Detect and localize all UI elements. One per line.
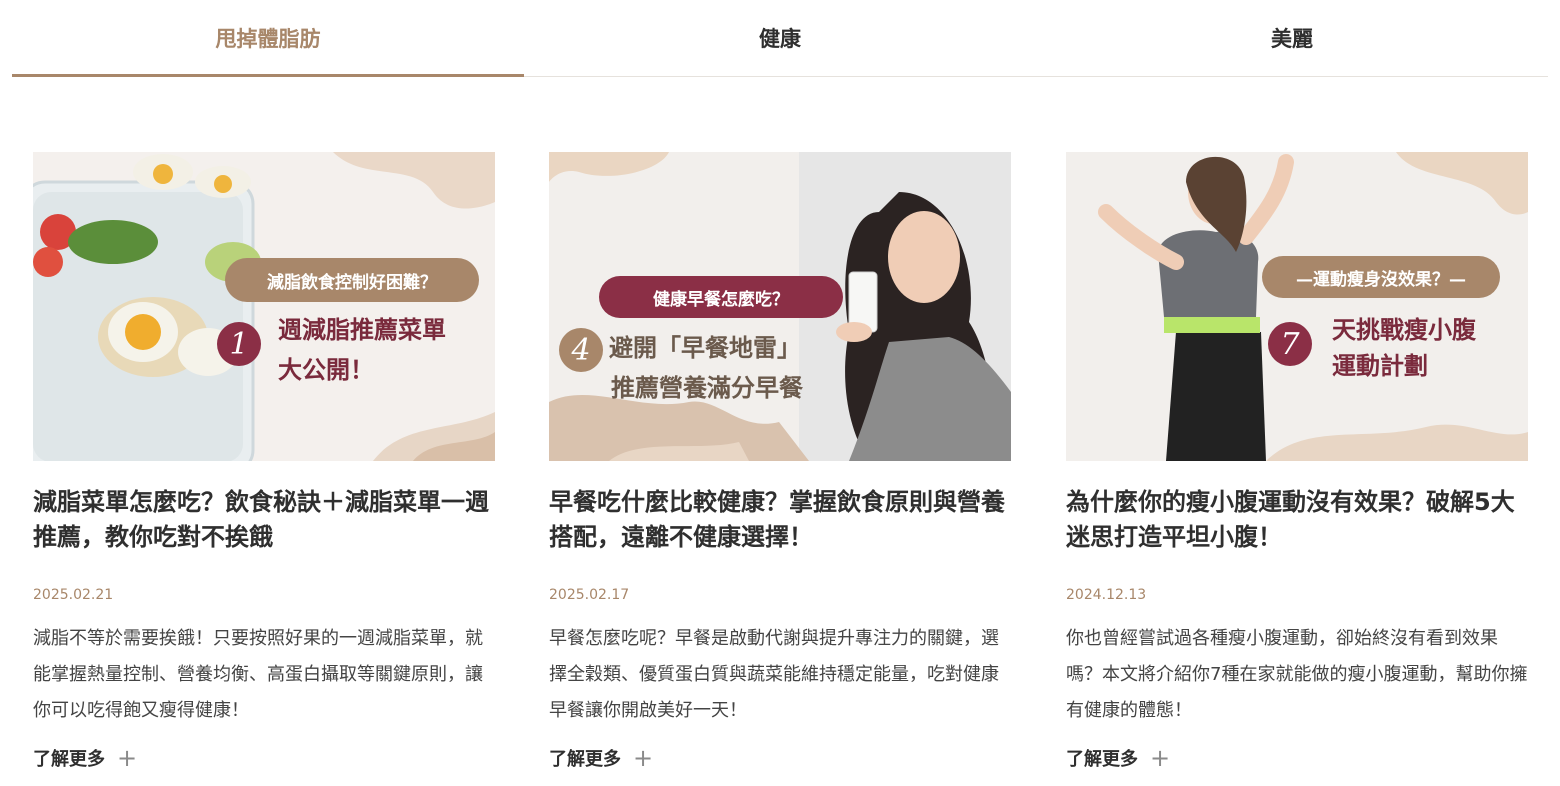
read-more-label: 了解更多 [33, 749, 105, 770]
thumbnail-tagline: —運動瘦身沒效果？— [1262, 256, 1500, 298]
thumbnail-tagline: 健康早餐怎麼吃？ [599, 276, 843, 318]
read-more-label: 了解更多 [549, 749, 621, 770]
thumbnail-tagline: 減脂飲食控制好困難？ [225, 258, 479, 302]
category-tabs: 甩掉體脂肪 健康 美麗 [12, 0, 1548, 77]
article-thumbnail[interactable]: 健康早餐怎麼吃？ 4 避開「早餐地雷」 推薦營養滿分早餐 [549, 152, 1011, 461]
tab-health[interactable]: 健康 [524, 0, 1036, 76]
article-date: 2024.12.13 [1066, 587, 1147, 603]
tab-body-fat[interactable]: 甩掉體脂肪 [12, 0, 524, 77]
article-date: 2025.02.17 [549, 587, 630, 603]
thumbnail-headline-1: 避開「早餐地雷」 [609, 334, 801, 362]
thumbnail-headline-2: 推薦營養滿分早餐 [611, 374, 803, 402]
thumbnail-illustration [33, 152, 495, 461]
thumbnail-headline-2: 大公開！ [278, 356, 374, 384]
article-title[interactable]: 減脂菜單怎麼吃？飲食秘訣＋減脂菜單一週推薦，教你吃對不挨餓 [33, 485, 495, 555]
article-date: 2025.02.21 [33, 587, 114, 603]
plus-icon: + [633, 744, 654, 772]
tab-beauty[interactable]: 美麗 [1036, 0, 1548, 76]
read-more-link[interactable]: 了解更多 + [33, 745, 495, 771]
article-excerpt: 早餐怎麼吃呢？早餐是啟動代謝與提升專注力的關鍵，選擇全穀類、優質蛋白質與蔬菜能維… [549, 628, 999, 721]
article-thumbnail[interactable]: —運動瘦身沒效果？— 7 天挑戰瘦小腹 運動計劃 [1066, 152, 1528, 461]
article-card: 減脂飲食控制好困難？ 1 週減脂推薦菜單 大公開！ 減脂菜單怎麼吃？飲食秘訣＋減… [33, 152, 495, 771]
article-thumbnail[interactable]: 減脂飲食控制好困難？ 1 週減脂推薦菜單 大公開！ [33, 152, 495, 461]
thumbnail-number: 4 [559, 328, 603, 372]
thumbnail-illustration [1066, 152, 1528, 461]
article-excerpt: 你也曾經嘗試過各種瘦小腹運動，卻始終沒有看到效果嗎？本文將介紹你7種在家就能做的… [1066, 628, 1528, 721]
thumbnail-headline-2: 運動計劃 [1332, 352, 1428, 380]
article-title[interactable]: 早餐吃什麼比較健康？掌握飲食原則與營養搭配，遠離不健康選擇！ [549, 485, 1011, 555]
plus-icon: + [1150, 744, 1171, 772]
read-more-link[interactable]: 了解更多 + [1066, 745, 1528, 771]
thumbnail-headline-1: 天挑戰瘦小腹 [1332, 316, 1476, 344]
plus-icon: + [117, 744, 138, 772]
article-title[interactable]: 為什麼你的瘦小腹運動沒有效果？破解5大迷思打造平坦小腹！ [1066, 485, 1528, 555]
article-card: —運動瘦身沒效果？— 7 天挑戰瘦小腹 運動計劃 為什麼你的瘦小腹運動沒有效果？… [1066, 152, 1528, 771]
thumbnail-headline-1: 週減脂推薦菜單 [278, 316, 446, 344]
thumbnail-number: 1 [217, 322, 261, 366]
read-more-label: 了解更多 [1066, 749, 1138, 770]
article-card: 健康早餐怎麼吃？ 4 避開「早餐地雷」 推薦營養滿分早餐 早餐吃什麼比較健康？掌… [549, 152, 1011, 771]
read-more-link[interactable]: 了解更多 + [549, 745, 1011, 771]
thumbnail-number: 7 [1268, 322, 1312, 366]
article-excerpt: 減脂不等於需要挨餓！只要按照好果的一週減脂菜單，就能掌握熱量控制、營養均衡、高蛋… [33, 628, 483, 721]
